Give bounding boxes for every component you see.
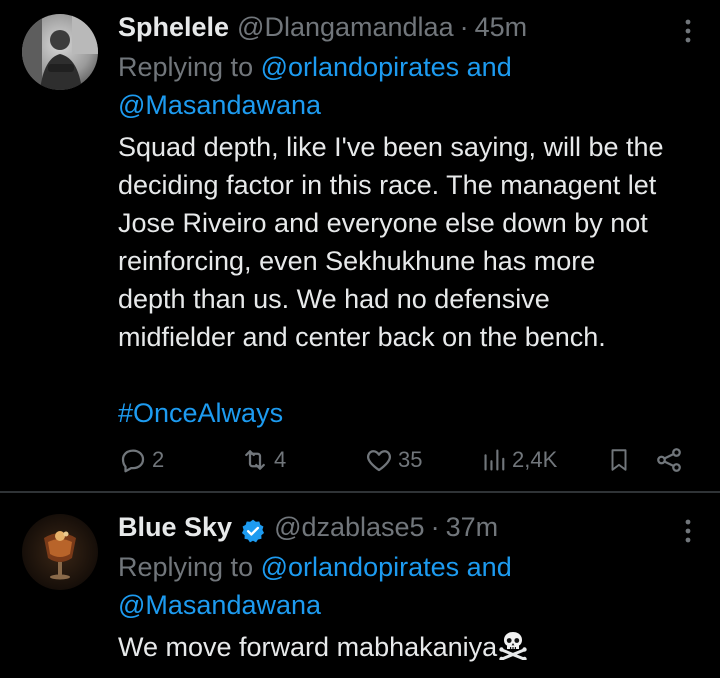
mention-link[interactable]: @orlandopirates: [261, 552, 460, 582]
tweet[interactable]: Sphelele @Dlangamandlaa · 45m Replying t…: [0, 0, 720, 492]
user-handle[interactable]: @Dlangamandlaa: [237, 6, 454, 48]
retweet-count: 4: [274, 447, 287, 472]
bookmark-icon[interactable]: [606, 445, 632, 475]
retweet-icon: [240, 445, 270, 475]
tweet-text: Squad depth, like I've been saying, will…: [118, 128, 698, 356]
views-button[interactable]: 2,4K: [482, 438, 557, 482]
user-handle[interactable]: @dzablase5: [274, 506, 425, 548]
reply-button[interactable]: 2: [118, 438, 164, 482]
tweet-text-line: depth than us. We had no defensive: [118, 284, 550, 314]
hashtag-link[interactable]: #OnceAlways: [118, 394, 698, 432]
tweet[interactable]: Blue Sky @dzablase5 · 37m Replying to @o…: [0, 494, 720, 678]
tweet-text: We move forward mabhakaniya: [118, 628, 698, 670]
retweet-button[interactable]: 4: [240, 438, 286, 482]
tweet-header: Sphelele @Dlangamandlaa · 45m: [118, 6, 698, 48]
tweet-text-line: We move forward mabhakaniya: [118, 632, 498, 662]
tweet-text-line: midfielder and center back on the bench.: [118, 322, 606, 352]
timestamp[interactable]: 37m: [446, 506, 499, 548]
views-icon: [482, 445, 508, 475]
mention-link[interactable]: @orlandopirates: [261, 52, 460, 82]
like-button[interactable]: 35: [364, 438, 422, 482]
like-count: 35: [398, 447, 423, 472]
display-name[interactable]: Sphelele: [118, 6, 229, 48]
avatar[interactable]: [22, 514, 98, 590]
view-count: 2,4K: [512, 447, 558, 472]
avatar[interactable]: [22, 14, 98, 90]
tweet-text-line: reinforcing, even Sekhukhune has more: [118, 246, 596, 276]
reply-count: 2: [152, 447, 165, 472]
more-options-icon[interactable]: [678, 16, 698, 46]
mention-link[interactable]: @Masandawana: [118, 590, 321, 620]
skull-and-crossbones-icon: [498, 630, 528, 670]
separator: ·: [459, 12, 469, 42]
tweet-text-line: Jose Riveiro and everyone else down by n…: [118, 208, 648, 238]
mention-and[interactable]: and: [467, 552, 512, 582]
mention-link[interactable]: @Masandawana: [118, 90, 321, 120]
tweet-divider: [0, 491, 720, 493]
tweet-text-line: Squad depth, like I've been saying, will…: [118, 132, 664, 162]
replying-to-label: Replying to: [118, 552, 254, 582]
bookmark-button[interactable]: [606, 438, 632, 482]
replying-to: Replying to @orlandopirates and @Masanda…: [118, 548, 698, 624]
mention-and[interactable]: and: [467, 52, 512, 82]
share-button[interactable]: [654, 438, 684, 482]
share-icon[interactable]: [654, 445, 684, 475]
tweet-header: Blue Sky @dzablase5 · 37m: [118, 506, 698, 548]
separator: ·: [430, 512, 440, 542]
tweet-feed: Sphelele @Dlangamandlaa · 45m Replying t…: [0, 0, 720, 678]
verified-badge-icon[interactable]: [240, 514, 266, 543]
reply-icon: [118, 445, 148, 475]
replying-to-label: Replying to: [118, 52, 254, 82]
timestamp[interactable]: 45m: [475, 6, 528, 48]
tweet-text-line: deciding factor in this race. The manage…: [118, 170, 657, 200]
heart-icon: [364, 445, 394, 475]
tweet-actions: 2 4 35 2,4K: [118, 438, 700, 482]
replying-to: Replying to @orlandopirates and @Masanda…: [118, 48, 698, 124]
more-options-icon[interactable]: [678, 516, 698, 546]
display-name[interactable]: Blue Sky: [118, 506, 232, 548]
